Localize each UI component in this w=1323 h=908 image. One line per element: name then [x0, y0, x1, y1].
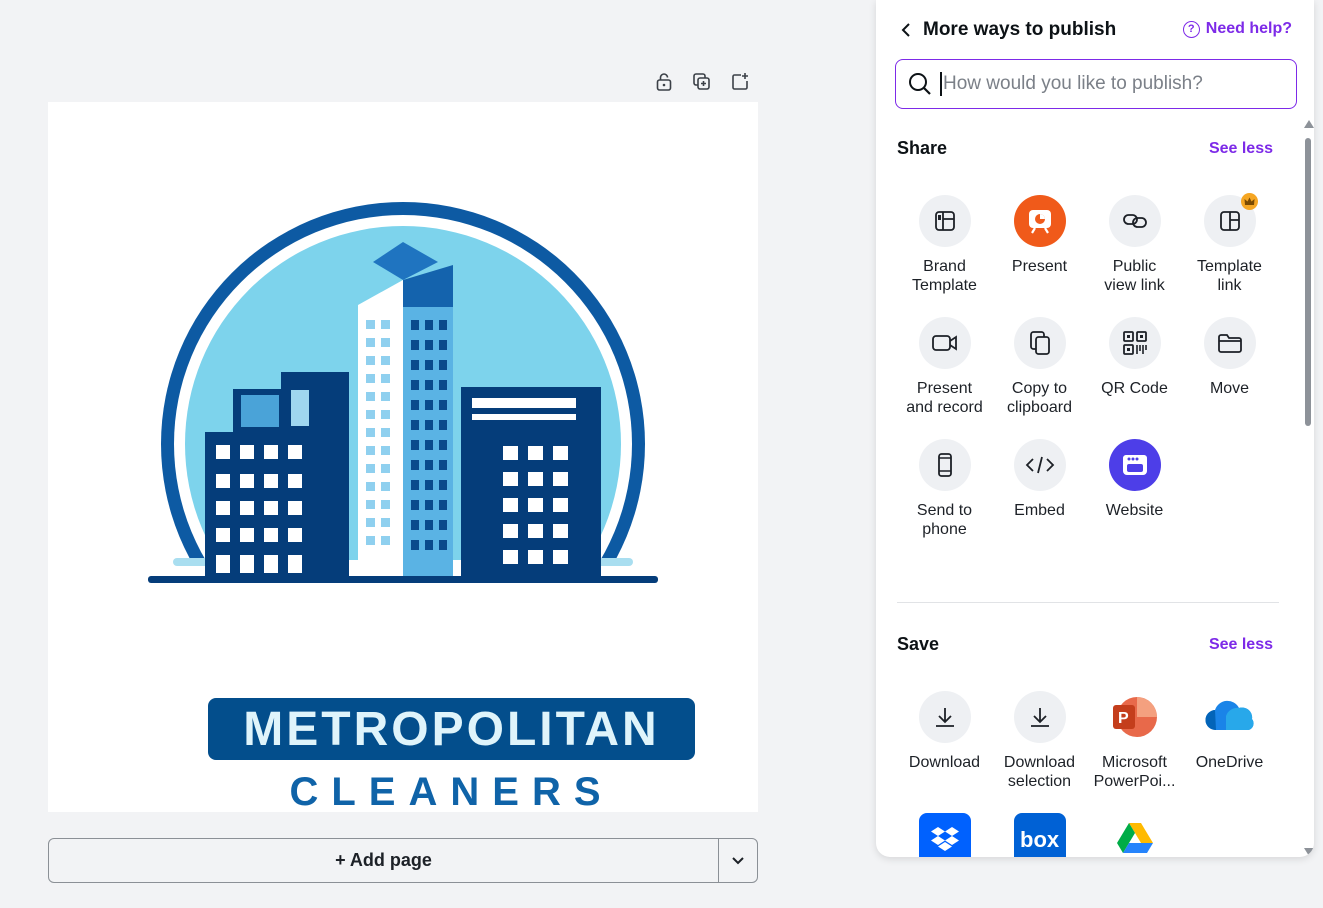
save-option-powerpoint[interactable]: P Microsoft PowerPoi...: [1087, 691, 1182, 791]
share-option-copy-to-clipboard[interactable]: Copy to clipboard: [992, 317, 1087, 417]
section-divider: [897, 602, 1279, 603]
template-link-icon: [1203, 193, 1258, 247]
scrollbar-thumb[interactable]: [1305, 138, 1311, 426]
need-help-link[interactable]: ? Need help?: [1182, 20, 1292, 38]
search-input[interactable]: [940, 72, 1285, 96]
box-icon: box: [1013, 813, 1066, 857]
embed-code-icon: [1013, 439, 1066, 491]
option-label: Move: [1209, 380, 1250, 397]
save-option-download[interactable]: Download: [897, 691, 992, 791]
option-label: Website: [1105, 502, 1164, 519]
option-label: Template link: [1197, 258, 1262, 294]
share-option-template-link[interactable]: Template link: [1182, 193, 1277, 295]
share-option-public-view-link[interactable]: Public view link: [1087, 195, 1182, 295]
onedrive-icon: [1204, 691, 1256, 743]
design-page[interactable]: METROPOLITAN CLEANERS: [48, 102, 758, 814]
save-see-less-button[interactable]: See less: [1209, 636, 1273, 654]
video-camera-icon: [918, 317, 971, 369]
download-selection-icon: [1013, 691, 1066, 743]
share-option-qr-code[interactable]: QR Code: [1087, 317, 1182, 417]
share-options-grid: Brand Template Present Public view link: [897, 193, 1279, 539]
option-label: Microsoft PowerPoi...: [1093, 754, 1176, 790]
option-label: QR Code: [1101, 380, 1168, 397]
save-option-dropbox[interactable]: [897, 813, 992, 857]
chevron-down-icon: [732, 856, 744, 864]
add-page-button[interactable]: + Add page: [49, 839, 719, 882]
download-icon: [918, 691, 971, 743]
svg-text:P: P: [1118, 710, 1129, 727]
option-label: Download: [908, 754, 981, 771]
website-icon: [1108, 439, 1161, 491]
option-label: Embed: [1014, 502, 1065, 519]
share-option-present[interactable]: Present: [992, 195, 1087, 295]
publish-panel: More ways to publish ? Need help? Share …: [876, 0, 1314, 857]
share-option-embed[interactable]: Embed: [992, 439, 1087, 539]
share-option-present-and-record[interactable]: Present and record: [897, 317, 992, 417]
qr-code-icon: [1108, 317, 1161, 369]
svg-text:box: box: [1020, 827, 1060, 851]
google-drive-icon: [1109, 813, 1161, 857]
option-label: Download selection: [1003, 754, 1076, 790]
scroll-down-arrow[interactable]: [1304, 848, 1314, 856]
brand-template-icon: [918, 195, 971, 247]
lock-icon[interactable]: [652, 70, 676, 94]
help-icon: ?: [1182, 20, 1200, 38]
phone-icon: [918, 439, 971, 491]
crown-icon: [1240, 193, 1258, 210]
option-label: Present and record: [906, 380, 983, 416]
search-box: [895, 59, 1297, 109]
option-label: Copy to clipboard: [1007, 380, 1072, 416]
save-options-grid: Download Download selection P Microsoft …: [897, 691, 1279, 857]
save-option-google-drive[interactable]: [1087, 813, 1182, 857]
publish-options-list[interactable]: Share See less Brand Template Present Pu…: [876, 120, 1314, 857]
option-label: Brand Template: [912, 258, 977, 294]
scroll-up-arrow[interactable]: [1304, 120, 1314, 128]
option-label: Public view link: [1104, 258, 1165, 294]
share-option-website[interactable]: Website: [1087, 439, 1182, 539]
panel-title: More ways to publish: [923, 19, 1117, 40]
back-button[interactable]: [896, 18, 916, 42]
link-icon: [1108, 195, 1161, 247]
panel-scrollbar[interactable]: [1302, 118, 1314, 857]
add-page-menu-button[interactable]: [719, 839, 757, 882]
logo-title: METROPOLITAN: [208, 698, 695, 760]
share-see-less-button[interactable]: See less: [1209, 140, 1273, 158]
save-section-title: Save: [897, 634, 940, 654]
save-option-onedrive[interactable]: OneDrive: [1182, 691, 1277, 791]
chevron-left-icon: [901, 23, 910, 37]
share-option-move[interactable]: Move: [1182, 317, 1277, 417]
save-option-download-selection[interactable]: Download selection: [992, 691, 1087, 791]
share-section-header: Share See less: [897, 138, 1273, 159]
panel-header: More ways to publish ? Need help?: [876, 14, 1314, 48]
dropbox-icon: [918, 813, 971, 857]
save-option-box[interactable]: box: [992, 813, 1087, 857]
search-icon: [896, 72, 940, 96]
share-option-brand-template[interactable]: Brand Template: [897, 195, 992, 295]
option-label: Send to phone: [916, 502, 973, 538]
share-section-title: Share: [897, 138, 948, 158]
folder-icon: [1203, 317, 1256, 369]
option-label: OneDrive: [1195, 754, 1264, 771]
share-option-send-to-phone[interactable]: Send to phone: [897, 439, 992, 539]
present-icon: [1013, 195, 1066, 247]
need-help-label: Need help?: [1205, 20, 1292, 37]
powerpoint-icon: P: [1109, 691, 1161, 743]
add-page-control: + Add page: [48, 838, 758, 883]
option-label: Present: [1011, 258, 1068, 275]
page-toolbar: [652, 70, 752, 94]
logo-subtitle: CLEANERS: [289, 770, 614, 814]
duplicate-page-icon[interactable]: [690, 70, 714, 94]
add-page-icon[interactable]: [728, 70, 752, 94]
copy-icon: [1013, 317, 1066, 369]
save-section-header: Save See less: [897, 634, 1273, 655]
